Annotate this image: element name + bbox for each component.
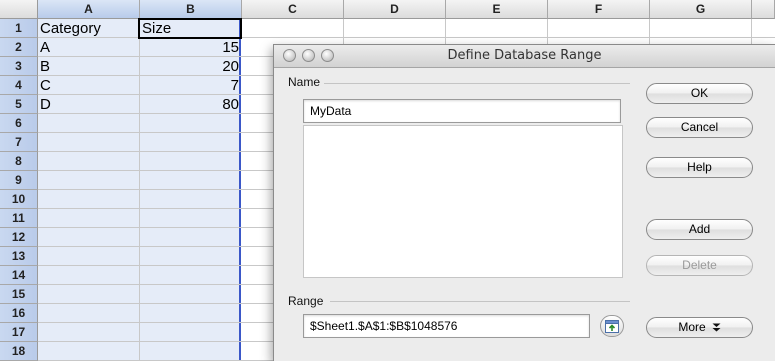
- column-header-d[interactable]: D: [344, 0, 446, 19]
- select-all-corner[interactable]: [0, 0, 38, 19]
- more-button[interactable]: More: [646, 317, 753, 338]
- range-separator: [330, 301, 630, 302]
- row-header-16[interactable]: 16: [0, 304, 38, 323]
- cell-a3[interactable]: B: [38, 57, 139, 76]
- cell-b2[interactable]: 15: [140, 38, 241, 57]
- row-header-12[interactable]: 12: [0, 228, 38, 247]
- cell-b5[interactable]: 80: [140, 95, 241, 114]
- dialog-title: Define Database Range: [447, 48, 602, 63]
- name-separator: [324, 83, 630, 84]
- column-header-g[interactable]: G: [650, 0, 752, 19]
- range-input[interactable]: $Sheet1.$A$1:$B$1048576: [303, 314, 590, 338]
- name-input[interactable]: MyData: [303, 99, 621, 123]
- cell-a4[interactable]: C: [38, 76, 139, 95]
- row-header-5[interactable]: 5: [0, 95, 38, 114]
- row-header-8[interactable]: 8: [0, 152, 38, 171]
- row-header-1[interactable]: 1: [0, 19, 38, 38]
- row-header-6[interactable]: 6: [0, 114, 38, 133]
- row-header-13[interactable]: 13: [0, 247, 38, 266]
- column-header-e[interactable]: E: [446, 0, 548, 19]
- help-button[interactable]: Help: [646, 157, 753, 178]
- column-header-a[interactable]: A: [38, 0, 140, 19]
- column-header-c[interactable]: C: [242, 0, 344, 19]
- shrink-dialog-button[interactable]: [600, 315, 624, 337]
- cell-b1[interactable]: Size: [138, 18, 242, 39]
- cell-b3[interactable]: 20: [140, 57, 241, 76]
- shrink-dialog-icon: [605, 319, 619, 333]
- delete-button[interactable]: Delete: [646, 255, 753, 276]
- double-chevron-down-icon: [712, 323, 721, 332]
- cancel-button[interactable]: Cancel: [646, 117, 753, 138]
- define-database-range-dialog: Define Database Range Name MyData Range …: [273, 44, 775, 361]
- cell-a5[interactable]: D: [38, 95, 139, 114]
- row-header-17[interactable]: 17: [0, 323, 38, 342]
- cell-a1[interactable]: Category: [38, 19, 139, 38]
- row-header-2[interactable]: 2: [0, 38, 38, 57]
- more-button-label: More: [678, 320, 706, 334]
- name-section-label: Name: [288, 75, 321, 89]
- column-header-h[interactable]: [752, 0, 775, 19]
- row-header-11[interactable]: 11: [0, 209, 38, 228]
- row-header-10[interactable]: 10: [0, 190, 38, 209]
- database-range-list[interactable]: [303, 125, 623, 278]
- cell-b4[interactable]: 7: [140, 76, 241, 95]
- range-section-label: Range: [288, 294, 324, 308]
- ok-button[interactable]: OK: [646, 83, 753, 104]
- dialog-titlebar[interactable]: Define Database Range: [274, 45, 775, 68]
- add-button[interactable]: Add: [646, 219, 753, 240]
- row-header-7[interactable]: 7: [0, 133, 38, 152]
- row-header-14[interactable]: 14: [0, 266, 38, 285]
- row-header-4[interactable]: 4: [0, 76, 38, 95]
- cell-a2[interactable]: A: [38, 38, 139, 57]
- column-header-f[interactable]: F: [548, 0, 650, 19]
- row-header-15[interactable]: 15: [0, 285, 38, 304]
- column-header-b[interactable]: B: [140, 0, 242, 19]
- row-header-9[interactable]: 9: [0, 171, 38, 190]
- row-header-18[interactable]: 18: [0, 342, 38, 361]
- row-header-3[interactable]: 3: [0, 57, 38, 76]
